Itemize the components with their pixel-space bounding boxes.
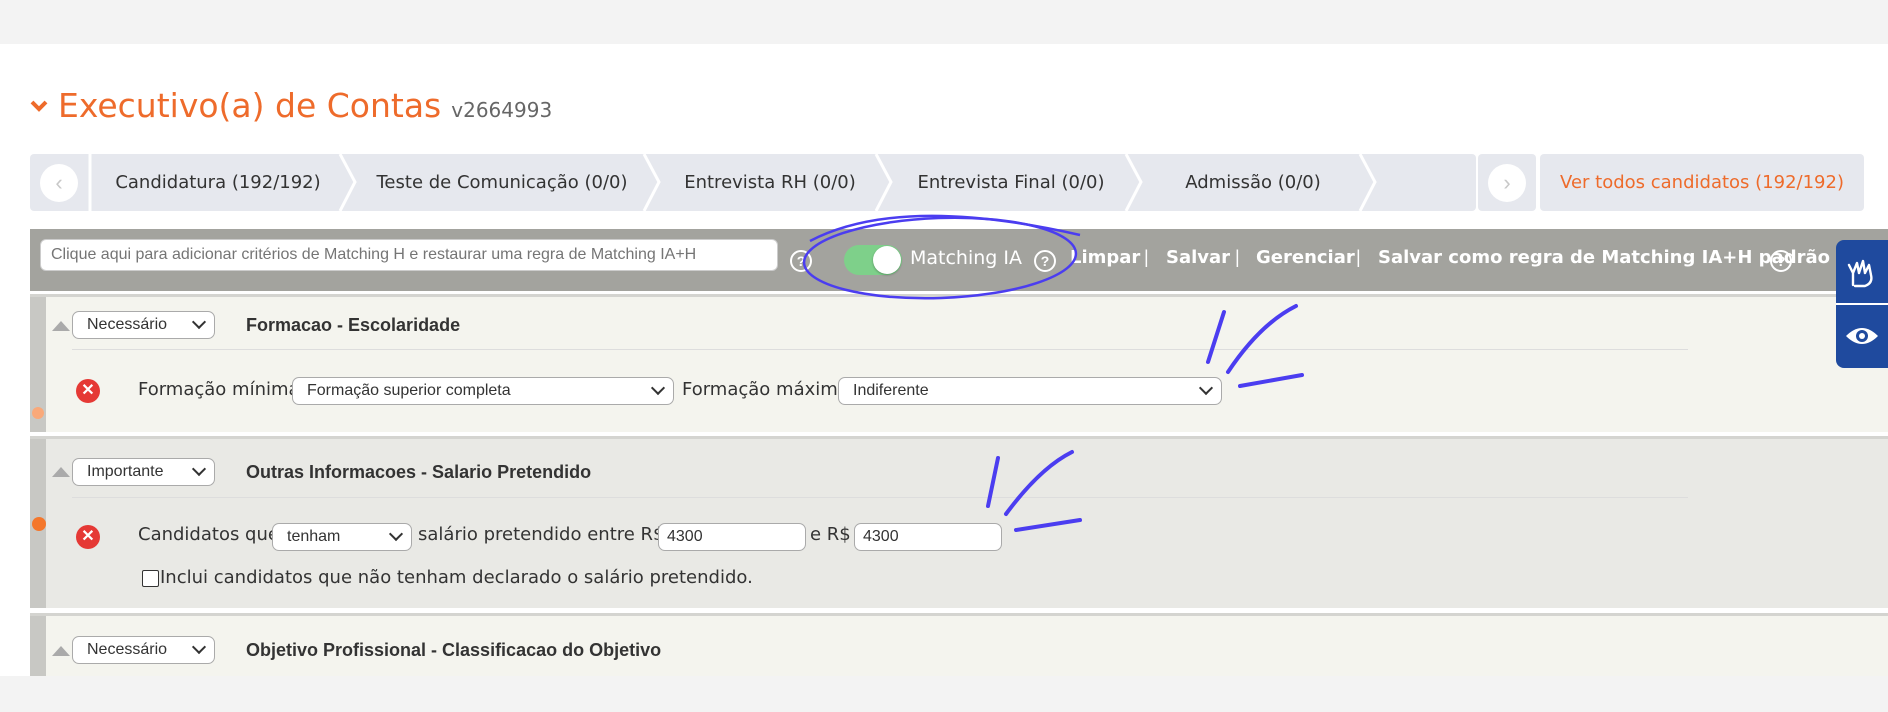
job-header: Executivo(a) de Contas v2664993 [30,86,552,125]
gerenciar-link[interactable]: Gerenciar [1256,247,1355,268]
pipeline-bar: ‹ Candidatura (192/192) Teste de Comunic… [30,154,1864,211]
help-icon[interactable]: ? [790,250,812,272]
max-education-label: Formação máxima [682,379,849,400]
triangle-up-icon[interactable] [52,646,70,656]
max-education-select[interactable]: Indiferente [838,377,1222,405]
priority-select[interactable]: Necessário [72,311,215,339]
separator: | [1144,247,1149,267]
stage-entrevista-rh[interactable]: Entrevista RH (0/0) [664,154,876,211]
chevron-left-icon[interactable]: ‹ [40,164,78,202]
stage-candidatura[interactable]: Candidatura (192/192) [96,154,340,211]
help-icon[interactable]: ? [1770,250,1792,272]
include-undeclared-checkbox[interactable] [142,570,159,587]
condition-select[interactable]: tenham [272,523,412,551]
chevron-down-icon[interactable] [30,95,48,117]
min-education-select[interactable]: Formação superior completa [292,377,674,405]
stage-admissao[interactable]: Admissão (0/0) [1146,154,1360,211]
help-icon[interactable]: ? [1034,250,1056,272]
triangle-up-icon[interactable] [52,467,70,477]
separator: | [1235,247,1240,267]
criterion-title: Formacao - Escolaridade [246,315,461,335]
include-undeclared-label: Inclui candidatos que não tenham declara… [160,567,753,588]
status-dot [32,407,44,419]
stage-entrevista-final[interactable]: Entrevista Final (0/0) [896,154,1126,211]
salary-to-input[interactable]: 4300 [854,523,1002,551]
criterion-objetivo: Necessário Objetivo Profissional - Class… [30,613,1888,676]
matching-toolbar: ? Matching IA ? Limpar | Salvar | Gerenc… [30,229,1888,291]
eye-icon[interactable] [1836,306,1888,366]
limpar-link[interactable]: Limpar [1070,247,1140,268]
salvar-link[interactable]: Salvar [1166,247,1230,268]
candidates-prefix: Candidatos que [138,524,279,545]
next-stages-box: › [1478,154,1536,211]
view-all-candidates-button[interactable]: Ver todos candidatos (192/192) [1540,154,1864,211]
matching-ia-label: Matching IA [910,247,1022,269]
criterion-title: Objetivo Profissional - Classificacao do… [246,640,662,660]
accessibility-widget [1836,240,1888,368]
job-card: Executivo(a) de Contas v2664993 ‹ Candid… [0,44,1888,676]
and-label: e R$ [810,524,851,545]
remove-icon[interactable]: ✕ [76,379,100,403]
stage-teste-comunicacao[interactable]: Teste de Comunicação (0/0) [360,154,644,211]
salary-range-label: salário pretendido entre R$ [418,524,665,545]
triangle-up-icon[interactable] [52,321,70,331]
criteria-input[interactable] [40,239,778,271]
priority-select[interactable]: Importante [72,458,215,486]
job-code: v2664993 [451,98,553,122]
min-education-label: Formação mínima [138,379,300,400]
status-dot [32,517,46,531]
job-title: Executivo(a) de Contas [58,86,442,125]
remove-icon[interactable]: ✕ [76,525,100,549]
criterion-escolaridade: Necessário Formacao - Escolaridade ✕ For… [30,294,1888,432]
matching-ia-toggle[interactable] [844,245,902,275]
sign-language-icon[interactable] [1836,242,1888,302]
criterion-salario: Importante Outras Informacoes - Salario … [30,436,1888,608]
separator: | [1356,247,1361,267]
salvar-regra-padrao-link[interactable]: Salvar como regra de Matching IA+H padrã… [1378,247,1830,268]
criterion-title: Outras Informacoes - Salario Pretendido [246,462,592,482]
salary-from-input[interactable]: 4300 [658,523,806,551]
chevron-right-icon[interactable]: › [1488,164,1526,202]
toggle-knob [873,246,901,274]
priority-select[interactable]: Necessário [72,636,215,664]
